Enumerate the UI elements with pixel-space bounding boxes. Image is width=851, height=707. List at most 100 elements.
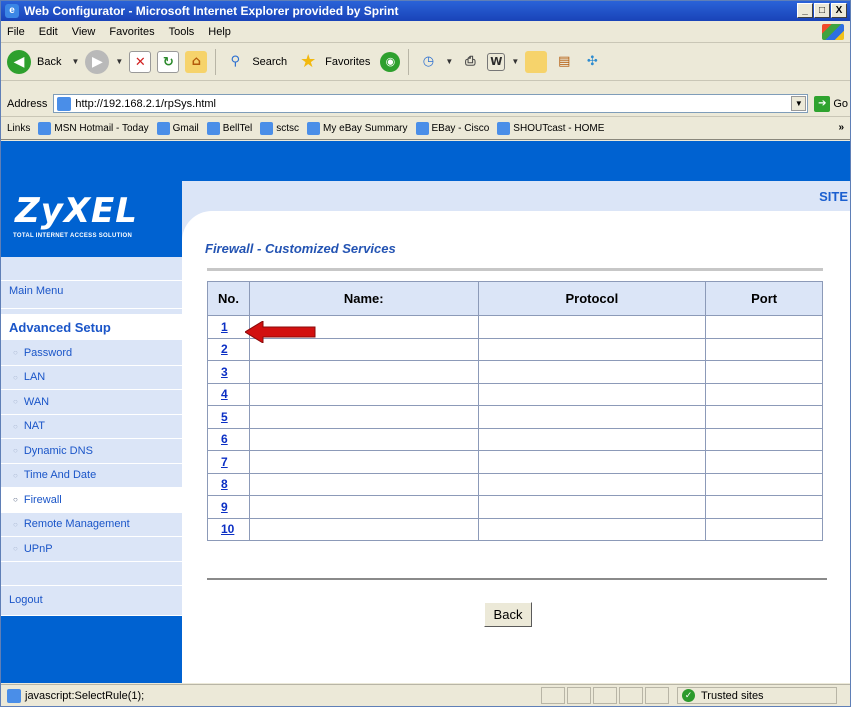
links-overflow-icon[interactable]: » <box>838 122 844 133</box>
services-table: No. Name: Protocol Port 1 2 3 4 5 6 7 8 … <box>207 281 823 541</box>
link-belltel[interactable]: BellTel <box>206 122 252 135</box>
maximize-button[interactable]: □ <box>814 3 830 18</box>
port-cell <box>705 495 823 519</box>
messenger-icon[interactable]: ✣ <box>581 51 603 73</box>
sidebar-item-dynamic-dns[interactable]: ○ Dynamic DNS <box>1 439 182 464</box>
rule-link[interactable]: 1 <box>208 320 228 334</box>
security-zone[interactable]: ✓ Trusted sites <box>677 687 837 704</box>
home-icon[interactable]: ⌂ <box>185 50 208 73</box>
port-cell <box>705 360 823 384</box>
rule-no-cell: 2 <box>207 337 250 361</box>
link-ebay-cisco[interactable]: EBay - Cisco <box>415 122 490 135</box>
link-shoutcast-home[interactable]: SHOUTcast - HOME <box>497 122 604 135</box>
address-dropdown-icon[interactable]: ▼ <box>791 96 807 111</box>
forward-dropdown-icon[interactable]: ▼ <box>115 57 123 66</box>
menu-edit[interactable]: Edit <box>39 26 58 38</box>
back-arrow-icon[interactable]: ◀ <box>7 49 31 74</box>
link-label[interactable]: BellTel <box>223 123 252 134</box>
sidebar-item-lan[interactable]: ○ LAN <box>1 365 182 390</box>
sidebar-item-password[interactable]: ○ Password <box>1 341 182 366</box>
rule-link[interactable]: 6 <box>208 432 228 446</box>
folder-icon[interactable] <box>525 50 548 73</box>
address-input[interactable]: http://192.168.2.1/rpSys.html ▼ <box>53 94 809 113</box>
history-dropdown-icon[interactable]: ▼ <box>445 57 453 66</box>
protocol-cell <box>477 360 707 384</box>
link-msn-hotmail[interactable]: MSN Hotmail - Today <box>38 122 149 135</box>
search-icon[interactable]: ⚲ <box>224 51 246 73</box>
sidebar-item-upnp[interactable]: ○ UPnP <box>1 537 182 562</box>
address-url[interactable]: http://192.168.2.1/rpSys.html <box>75 98 216 110</box>
radio-icon: ○ <box>13 470 18 480</box>
sidebar-item-remote-management[interactable]: ○ Remote Management <box>1 512 182 537</box>
go-label[interactable]: Go <box>833 98 848 110</box>
port-cell <box>705 315 823 339</box>
sidebar: ZyXEL TOTAL INTERNET ACCESS SOLUTION Mai… <box>1 181 182 683</box>
sidebar-item-nat[interactable]: ○ NAT <box>1 414 182 439</box>
link-page-icon <box>497 122 511 135</box>
radio-icon: ○ <box>13 495 18 505</box>
menu-view[interactable]: View <box>72 26 96 38</box>
rule-link[interactable]: 8 <box>208 477 228 491</box>
protocol-cell <box>477 472 707 496</box>
link-gmail[interactable]: Gmail <box>156 122 199 135</box>
link-label[interactable]: sctsc <box>276 123 299 134</box>
rule-link[interactable]: 7 <box>208 455 228 469</box>
rule-link[interactable]: 9 <box>208 500 228 514</box>
table-row: 10 <box>207 517 823 541</box>
sidebar-item-main-menu[interactable]: Main Menu <box>1 281 182 309</box>
link-label[interactable]: Gmail <box>173 123 199 134</box>
history-icon[interactable]: ◷ <box>417 51 439 73</box>
link-label[interactable]: SHOUTcast - HOME <box>513 123 604 134</box>
favorites-label[interactable]: Favorites <box>325 56 370 68</box>
link-label[interactable]: MSN Hotmail - Today <box>54 123 148 134</box>
rule-link[interactable]: 10 <box>208 522 234 536</box>
favorites-star-icon[interactable]: ★ <box>297 51 319 73</box>
zone-label: Trusted sites <box>701 689 764 702</box>
edit-dropdown-icon[interactable]: ▼ <box>511 57 519 66</box>
media-icon[interactable]: ◉ <box>380 51 401 72</box>
rule-link[interactable]: 2 <box>208 342 228 356</box>
go-arrow-icon[interactable]: ➔ <box>814 95 831 112</box>
sidebar-item-logout[interactable]: Logout <box>1 585 182 616</box>
link-sctsc[interactable]: sctsc <box>260 122 299 135</box>
menu-help[interactable]: Help <box>208 26 231 38</box>
edit-icon[interactable]: W <box>487 52 506 71</box>
radio-icon: ○ <box>13 372 18 382</box>
menu-favorites[interactable]: Favorites <box>109 26 154 38</box>
sidebar-spacer <box>1 257 182 281</box>
minimize-button[interactable]: _ <box>797 3 813 18</box>
sidebar-item-label: LAN <box>23 371 46 384</box>
divider <box>207 578 827 580</box>
menu-tools[interactable]: Tools <box>169 26 195 38</box>
zyxel-logo: ZyXEL <box>15 191 138 231</box>
link-page-icon <box>260 122 274 135</box>
page-title: Firewall - Customized Services <box>205 241 396 256</box>
close-button[interactable]: X <box>831 3 847 18</box>
rule-link[interactable]: 4 <box>208 387 228 401</box>
sidebar-section-advanced-setup[interactable]: Advanced Setup <box>1 315 182 341</box>
back-button[interactable]: Back <box>484 602 532 627</box>
rule-link[interactable]: 3 <box>208 365 228 379</box>
sidebar-item-time-and-date[interactable]: ○ Time And Date <box>1 463 182 488</box>
refresh-icon[interactable]: ↻ <box>157 50 180 73</box>
sidebar-item-wan[interactable]: ○ WAN <box>1 390 182 415</box>
search-label[interactable]: Search <box>252 56 287 68</box>
link-page-icon <box>307 122 321 135</box>
rule-link[interactable]: 5 <box>208 410 228 424</box>
go-button[interactable]: ➔ Go <box>814 95 848 112</box>
back-label[interactable]: Back <box>37 56 61 68</box>
sidebar-item-label: UPnP <box>23 542 53 555</box>
print-icon[interactable]: ⎙ <box>459 51 481 73</box>
table-row: 3 <box>207 360 823 384</box>
research-icon[interactable]: ▤ <box>553 51 575 73</box>
sidebar-item-firewall[interactable]: ○ Firewall <box>1 488 182 513</box>
back-dropdown-icon[interactable]: ▼ <box>71 57 79 66</box>
name-cell <box>248 427 479 451</box>
stop-icon[interactable]: ✕ <box>129 50 152 73</box>
forward-arrow-icon[interactable]: ▶ <box>85 49 110 74</box>
link-label[interactable]: EBay - Cisco <box>432 123 490 134</box>
status-pane <box>541 687 565 704</box>
link-label[interactable]: My eBay Summary <box>323 123 407 134</box>
menu-file[interactable]: File <box>7 26 25 38</box>
link-my-ebay-summary[interactable]: My eBay Summary <box>307 122 408 135</box>
